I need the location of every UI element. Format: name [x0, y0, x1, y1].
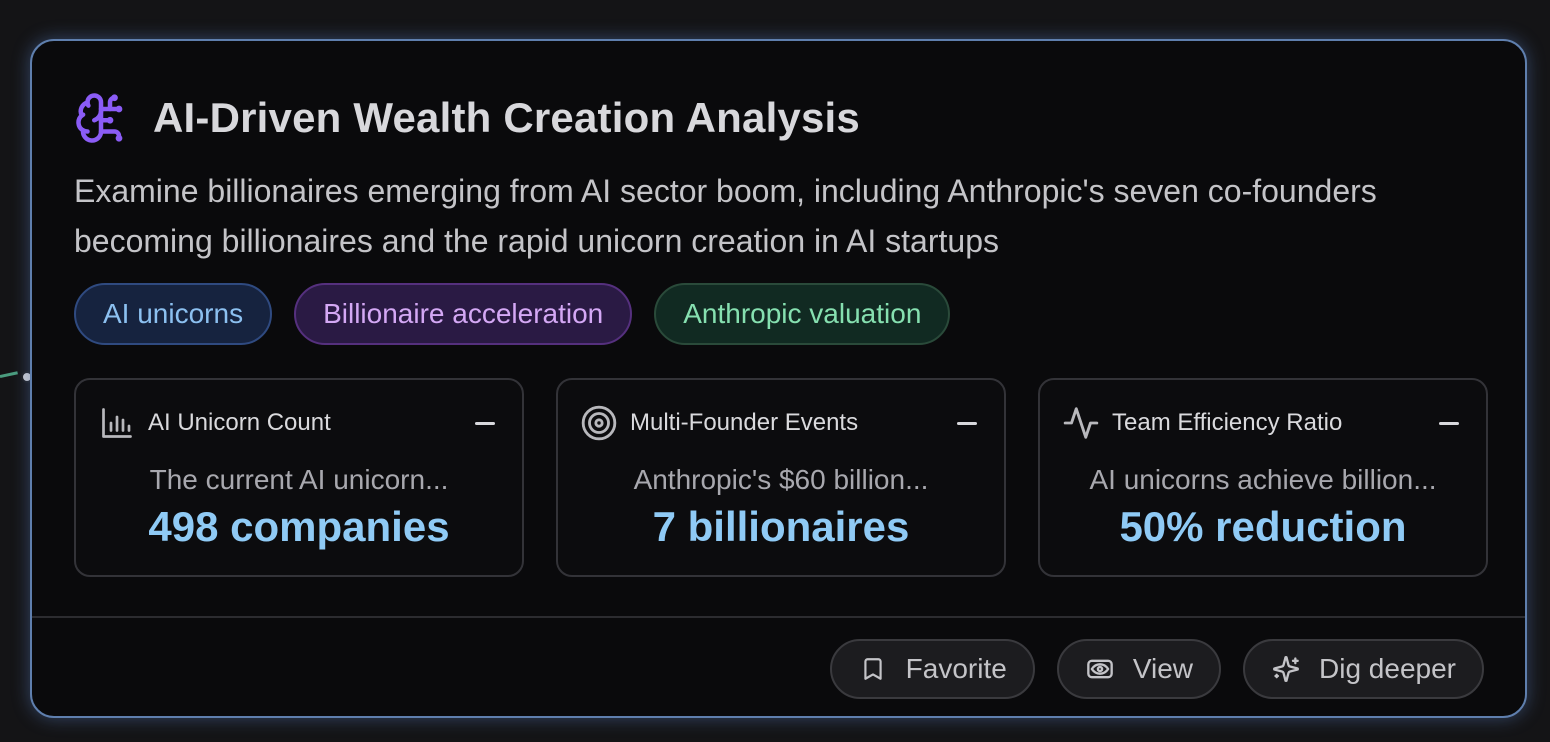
metric-value: 50% reduction [1119, 503, 1407, 550]
metric-card-unicorn-count: AI Unicorn Count The current AI unicorn.… [74, 378, 524, 577]
favorite-label: Favorite [905, 653, 1007, 684]
metric-label: AI Unicorn Count [148, 409, 331, 436]
bookmark-icon [858, 654, 888, 684]
connector-line [0, 371, 18, 378]
favorite-button[interactable]: Favorite [829, 639, 1035, 699]
card-title: AI-Driven Wealth Creation Analysis [153, 94, 860, 141]
sparkles-icon [1271, 654, 1301, 684]
view-label: View [1132, 653, 1194, 684]
tag-billionaire-acceleration[interactable]: Billionaire acceleration [294, 283, 633, 345]
metric-card-team-efficiency: Team Efficiency Ratio AI unicorns achiev… [1038, 378, 1488, 577]
metric-header: AI Unicorn Count [98, 404, 500, 442]
bar-chart-icon [98, 404, 136, 442]
collapse-button[interactable] [470, 408, 500, 438]
card-description: Examine billionaires emerging from AI se… [74, 173, 1377, 259]
metric-label: Team Efficiency Ratio [1112, 409, 1343, 436]
collapse-button[interactable] [1434, 408, 1464, 438]
metric-description: Anthropic's $60 billion... [633, 464, 929, 495]
minus-icon [1439, 421, 1459, 425]
activity-icon [1062, 404, 1100, 442]
metric-header: Team Efficiency Ratio [1062, 404, 1464, 442]
metric-value: 498 companies [148, 503, 450, 550]
metric-description: The current AI unicorn... [149, 464, 449, 495]
dig-deeper-label: Dig deeper [1319, 653, 1456, 684]
metric-header: Multi-Founder Events [580, 404, 982, 442]
target-icon [580, 404, 618, 442]
metric-card-multi-founder-events: Multi-Founder Events Anthropic's $60 bil… [556, 378, 1006, 577]
tag-list: AI unicorns Billionaire acceleration Ant… [74, 283, 951, 345]
metric-list: AI Unicorn Count The current AI unicorn.… [74, 378, 1488, 577]
footer-divider [32, 616, 1525, 618]
eye-icon [1085, 654, 1115, 684]
tag-ai-unicorns[interactable]: AI unicorns [74, 283, 273, 345]
analysis-card: AI-Driven Wealth Creation Analysis Exami… [30, 39, 1527, 718]
dig-deeper-button[interactable]: Dig deeper [1243, 639, 1484, 699]
metric-description: AI unicorns achieve billion... [1089, 464, 1437, 495]
view-button[interactable]: View [1056, 639, 1222, 699]
metric-value: 7 billionaires [652, 503, 910, 550]
metric-label: Multi-Founder Events [630, 409, 859, 436]
collapse-button[interactable] [952, 408, 982, 438]
minus-icon [957, 421, 977, 425]
action-bar: Favorite View Dig deeper [829, 639, 1484, 699]
brain-icon [74, 91, 128, 145]
card-header: AI-Driven Wealth Creation Analysis [74, 91, 860, 145]
tag-anthropic-valuation[interactable]: Anthropic valuation [654, 283, 951, 345]
minus-icon [475, 421, 495, 425]
